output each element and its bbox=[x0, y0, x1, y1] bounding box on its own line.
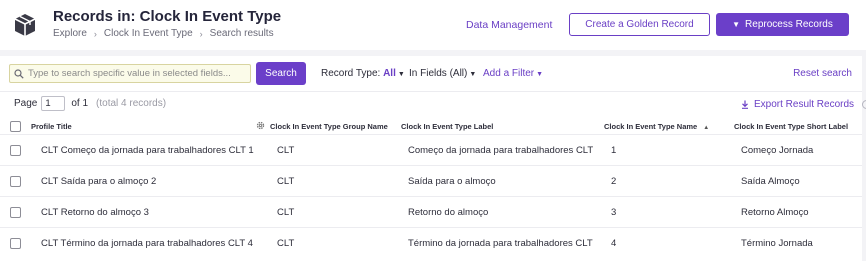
cell-short-label: Começo Jornada bbox=[741, 145, 814, 156]
row-checkbox[interactable] bbox=[10, 238, 21, 249]
breadcrumb-current: Search results bbox=[209, 28, 274, 39]
cell-group-name: CLT bbox=[277, 238, 295, 249]
cell-group-name: CLT bbox=[277, 207, 295, 218]
row-checkbox[interactable] bbox=[10, 145, 21, 156]
search-toolbar: Search Record Type: All▼ In Fields (All)… bbox=[0, 56, 862, 91]
cell-profile-title[interactable]: CLT Término da jornada para trabalhadore… bbox=[41, 238, 253, 249]
in-fields-label: In Fields (All) bbox=[409, 68, 468, 79]
record-type-label: Record Type: bbox=[321, 68, 381, 79]
chevron-right-icon: › bbox=[93, 28, 97, 39]
table-header: Profile Title Clock In Event Type Group … bbox=[0, 118, 862, 134]
table-row[interactable]: CLT Saída para o almoço 2 CLT Saída para… bbox=[0, 165, 862, 196]
cell-label: Retorno do almoço bbox=[408, 207, 489, 218]
create-golden-record-button[interactable]: Create a Golden Record bbox=[569, 13, 710, 36]
export-results-link[interactable]: Export Result Records i bbox=[741, 99, 866, 110]
cell-short-label: Retorno Almoço bbox=[741, 207, 809, 218]
box-icon bbox=[14, 14, 36, 36]
cell-label: Término da jornada para trabalhadores CL… bbox=[408, 238, 593, 249]
data-management-link[interactable]: Data Management bbox=[466, 19, 552, 31]
search-icon bbox=[14, 68, 24, 79]
cell-label: Começo da jornada para trabalhadores CLT bbox=[408, 145, 594, 156]
column-header-name-label: Clock In Event Type Name bbox=[604, 122, 698, 131]
table-row[interactable]: CLT Término da jornada para trabalhadore… bbox=[0, 227, 862, 258]
breadcrumb-entity[interactable]: Clock In Event Type bbox=[104, 28, 193, 39]
cell-name: 2 bbox=[611, 176, 617, 187]
sort-ascending-icon: ▲ bbox=[703, 125, 710, 131]
search-button[interactable]: Search bbox=[256, 62, 306, 85]
page-header: Records in: Clock In Event Type Explore … bbox=[0, 0, 866, 50]
column-header-profile-title[interactable]: Profile Title bbox=[31, 122, 72, 131]
in-fields-filter[interactable]: In Fields (All) ▼ bbox=[409, 68, 476, 79]
pagination: Page 1 of 1 (total 4 records) bbox=[14, 96, 166, 111]
cell-short-label: Saída Almoço bbox=[741, 176, 800, 187]
reprocess-records-button[interactable]: ▼ Reprocess Records bbox=[716, 13, 849, 36]
reprocess-records-label: Reprocess Records bbox=[745, 19, 833, 30]
cell-profile-title[interactable]: CLT Saída para o almoço 2 bbox=[41, 176, 156, 187]
cell-name: 1 bbox=[611, 145, 617, 156]
download-icon bbox=[742, 100, 748, 109]
total-pages: 1 bbox=[82, 98, 89, 109]
add-filter-button[interactable]: Add a Filter ▼ bbox=[483, 68, 543, 79]
cell-short-label: Término Jornada bbox=[741, 238, 813, 249]
table-row[interactable]: CLT Retorno do almoço 3 CLT Retorno do a… bbox=[0, 196, 862, 227]
record-type-value: All bbox=[383, 68, 396, 79]
page-number-input[interactable]: 1 bbox=[41, 96, 66, 111]
page-title: Records in: Clock In Event Type bbox=[53, 8, 282, 25]
page-label: Page bbox=[14, 98, 38, 109]
reset-search-link[interactable]: Reset search bbox=[793, 68, 852, 79]
add-filter-label: Add a Filter bbox=[483, 68, 535, 79]
cell-group-name: CLT bbox=[277, 176, 295, 187]
cell-group-name: CLT bbox=[277, 145, 295, 156]
cell-profile-title[interactable]: CLT Começo da jornada para trabalhadores… bbox=[41, 145, 254, 156]
table-row[interactable]: CLT Começo da jornada para trabalhadores… bbox=[0, 134, 862, 165]
breadcrumb-explore[interactable]: Explore bbox=[53, 28, 87, 39]
row-checkbox[interactable] bbox=[10, 176, 21, 187]
row-checkbox[interactable] bbox=[10, 207, 21, 218]
caret-down-icon: ▼ bbox=[536, 71, 544, 78]
divider bbox=[0, 91, 862, 92]
cell-name: 3 bbox=[611, 207, 617, 218]
search-input[interactable] bbox=[28, 68, 248, 79]
cell-name: 4 bbox=[611, 238, 617, 249]
total-records: (total 4 records) bbox=[96, 98, 167, 109]
of-label: of bbox=[71, 98, 80, 109]
column-header-label[interactable]: Clock In Event Type Label bbox=[401, 122, 493, 131]
cell-profile-title[interactable]: CLT Retorno do almoço 3 bbox=[41, 207, 149, 218]
cell-label: Saída para o almoço bbox=[408, 176, 496, 187]
column-header-short-label[interactable]: Clock In Event Type Short Label bbox=[734, 122, 848, 131]
record-type-filter[interactable]: Record Type: All ▼ bbox=[321, 68, 405, 79]
chevron-down-icon: ▼ bbox=[732, 20, 741, 29]
gear-icon[interactable] bbox=[256, 121, 265, 130]
select-all-checkbox[interactable] bbox=[10, 121, 21, 132]
column-header-name[interactable]: Clock In Event Type Name ▲ bbox=[604, 122, 709, 131]
search-field[interactable] bbox=[9, 64, 251, 83]
info-icon[interactable]: i bbox=[862, 100, 866, 109]
caret-down-icon: ▼ bbox=[469, 71, 477, 78]
results-panel: Search Record Type: All▼ In Fields (All)… bbox=[0, 56, 866, 261]
export-results-label: Export Result Records bbox=[754, 99, 855, 110]
breadcrumb: Explore › Clock In Event Type › Search r… bbox=[53, 28, 274, 39]
chevron-right-icon: › bbox=[199, 28, 203, 39]
caret-down-icon: ▼ bbox=[397, 71, 405, 78]
column-header-group-name[interactable]: Clock In Event Type Group Name bbox=[270, 122, 388, 131]
